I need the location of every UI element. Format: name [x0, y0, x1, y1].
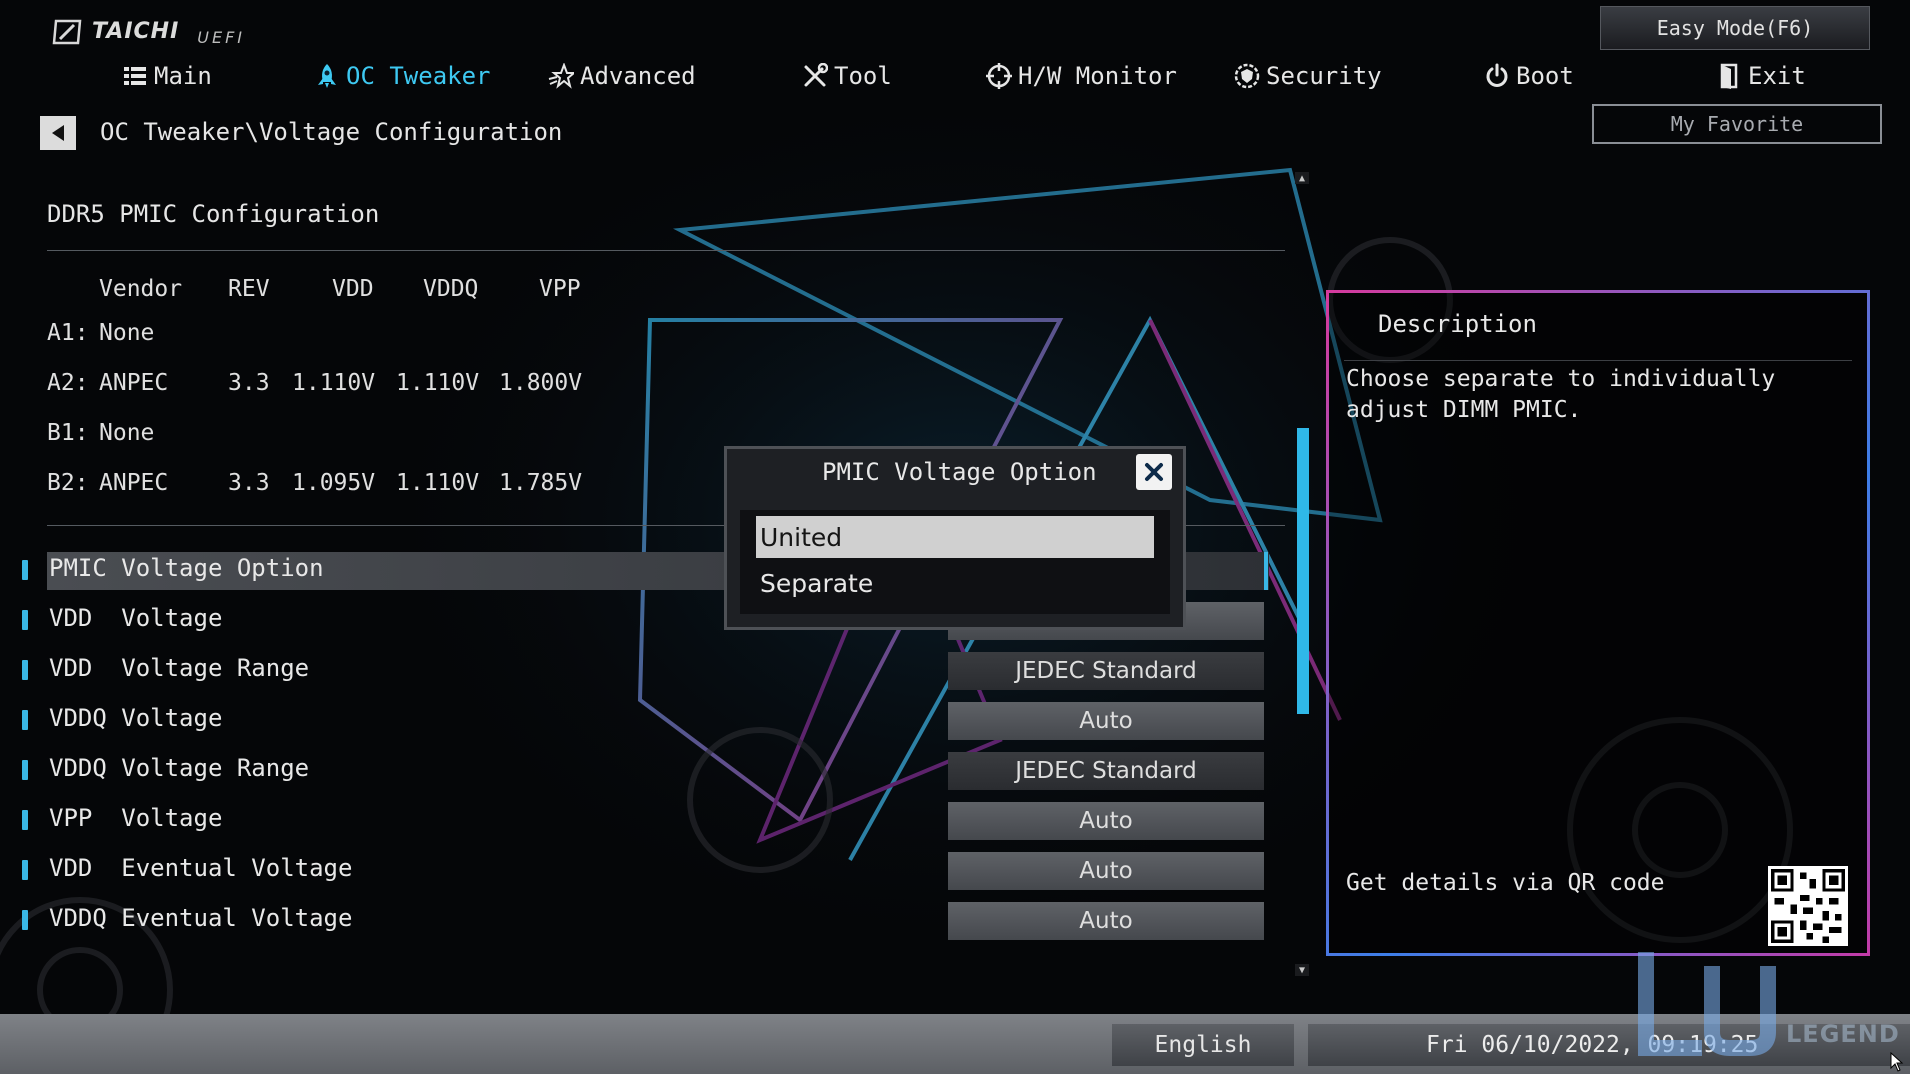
row-marker — [22, 860, 28, 880]
pmic-rev: 3.3 — [228, 370, 270, 396]
row-marker — [22, 910, 28, 930]
pmic-vddq: 1.110V — [396, 470, 480, 496]
watermark-text: LEGEND — [1786, 1020, 1900, 1048]
pmic-vendor: ANPEC — [99, 370, 169, 396]
tab-hw-monitor-label: H/W Monitor — [1018, 62, 1177, 90]
tab-hw-monitor[interactable]: H/W Monitor — [986, 58, 1177, 94]
popup-close-button[interactable] — [1136, 454, 1172, 490]
language-selector[interactable]: English — [1112, 1024, 1294, 1066]
close-icon — [1145, 463, 1163, 481]
description-divider — [1344, 360, 1852, 361]
pmic-slot: A1: — [47, 320, 89, 346]
tab-boot[interactable]: Boot — [1484, 58, 1574, 94]
qr-label: Get details via QR code — [1346, 870, 1665, 896]
easy-mode-button[interactable]: Easy Mode(F6) — [1600, 6, 1870, 50]
brand-sub: UEFI — [197, 28, 246, 47]
taichi-logo-icon — [52, 19, 82, 44]
tab-exit[interactable]: Exit — [1716, 58, 1806, 94]
tab-security[interactable]: Security — [1234, 58, 1382, 94]
scrollbar-thumb[interactable] — [1297, 428, 1309, 714]
row-marker — [22, 610, 28, 630]
pmic-slot: B2: — [47, 470, 89, 496]
pmic-vpp: 1.800V — [499, 370, 583, 396]
pmic-header-vddq: VDDQ — [423, 276, 479, 302]
tab-oc-tweaker-label: OC Tweaker — [346, 62, 491, 90]
setting-value[interactable]: Auto — [948, 802, 1264, 840]
scroll-down-arrow-icon[interactable]: ▼ — [1295, 964, 1309, 976]
setting-label: VDDQ Voltage Range — [49, 754, 310, 782]
selected-row-accent — [1264, 552, 1268, 590]
description-text: Choose separate to individually adjust D… — [1346, 366, 1776, 423]
brand-name: TAICHI — [92, 19, 180, 44]
setting-value[interactable]: JEDEC Standard — [948, 752, 1264, 790]
description-title: Description — [1378, 310, 1537, 338]
pmic-header-rev: REV — [228, 276, 270, 302]
qr-code-icon — [1768, 866, 1848, 946]
pmic-header-vendor: Vendor — [99, 276, 183, 302]
tab-oc-tweaker[interactable]: OC Tweaker — [314, 58, 491, 94]
pmic-rev: 3.3 — [228, 470, 270, 496]
pmic-header-vpp: VPP — [539, 276, 581, 302]
pmic-vendor: ANPEC — [99, 470, 169, 496]
setting-label: VPP Voltage — [49, 804, 223, 832]
setting-label: PMIC Voltage Option — [49, 554, 324, 582]
tab-boot-label: Boot — [1516, 62, 1574, 90]
breadcrumb: OC Tweaker\Voltage Configuration — [100, 118, 563, 146]
tab-exit-label: Exit — [1748, 62, 1806, 90]
my-favorite-button[interactable]: My Favorite — [1592, 104, 1882, 144]
pmic-slot: A2: — [47, 370, 89, 396]
mouse-cursor-icon — [1890, 1052, 1904, 1072]
exit-door-icon — [1720, 63, 1738, 89]
tab-main[interactable]: Main — [122, 58, 212, 94]
pmic-vdd: 1.110V — [292, 370, 376, 396]
pmic-vendor: None — [99, 420, 155, 446]
rocket-icon — [318, 64, 336, 88]
setting-label: VDD Voltage — [49, 604, 223, 632]
setting-value[interactable]: Auto — [948, 702, 1264, 740]
popup-option-united[interactable]: United — [756, 516, 1154, 558]
row-marker — [22, 760, 28, 780]
channel-watermark-logo-icon — [1638, 952, 1776, 1056]
back-button[interactable] — [40, 116, 76, 150]
row-marker — [22, 660, 28, 680]
tab-security-label: Security — [1266, 62, 1382, 90]
row-marker — [22, 810, 28, 830]
pmic-vdd: 1.095V — [292, 470, 376, 496]
back-arrow-icon — [52, 125, 64, 141]
popup-title: PMIC Voltage Option — [822, 458, 1097, 486]
tab-tool[interactable]: Tool — [802, 58, 892, 94]
shield-icon — [1234, 63, 1260, 89]
scroll-up-arrow-icon[interactable]: ▲ — [1295, 172, 1309, 184]
setting-value[interactable]: JEDEC Standard — [948, 652, 1264, 690]
section-divider — [47, 250, 1285, 251]
power-icon — [1486, 63, 1508, 87]
setting-label: VDD Voltage Range — [49, 654, 310, 682]
setting-label: VDD Eventual Voltage — [49, 854, 353, 882]
section-title: DDR5 PMIC Configuration — [47, 200, 380, 228]
setting-label: VDDQ Eventual Voltage — [49, 904, 353, 932]
pmic-vddq: 1.110V — [396, 370, 480, 396]
setting-value[interactable]: Auto — [948, 902, 1264, 940]
popup-option-separate[interactable]: Separate — [756, 562, 1154, 604]
tab-main-label: Main — [154, 62, 212, 90]
tab-advanced-label: Advanced — [580, 62, 696, 90]
brand-logo: TAICHI UEFI — [52, 16, 245, 47]
pmic-vendor: None — [99, 320, 155, 346]
crosshair-icon — [986, 63, 1012, 89]
wrench-icon — [804, 63, 828, 87]
row-marker — [22, 560, 28, 580]
star-icon — [548, 63, 574, 89]
list-icon — [124, 67, 146, 85]
tab-advanced[interactable]: Advanced — [548, 58, 696, 94]
pmic-header-vdd: VDD — [332, 276, 374, 302]
pmic-slot: B1: — [47, 420, 89, 446]
tab-tool-label: Tool — [834, 62, 892, 90]
pmic-vpp: 1.785V — [499, 470, 583, 496]
setting-value[interactable]: Auto — [948, 852, 1264, 890]
row-marker — [22, 710, 28, 730]
setting-label: VDDQ Voltage — [49, 704, 223, 732]
